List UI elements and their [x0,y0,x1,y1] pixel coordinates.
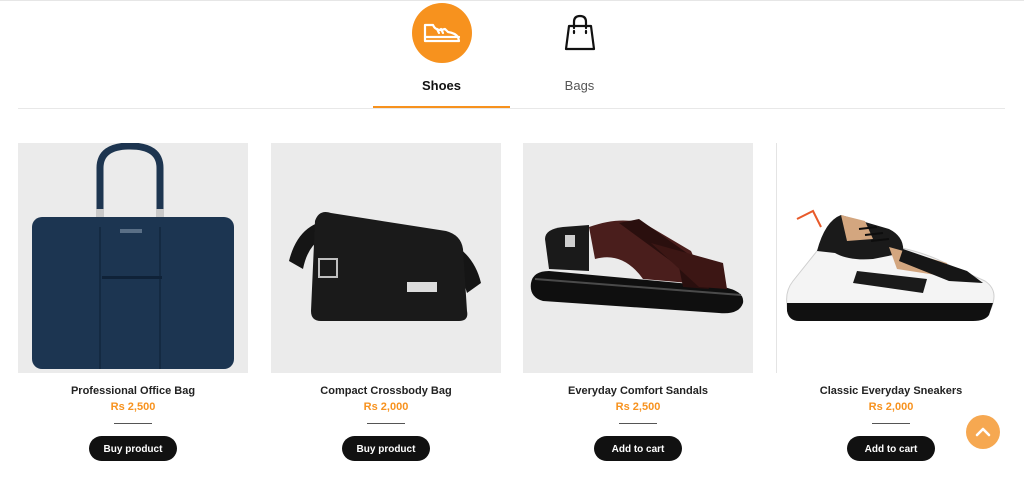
tabs-divider [18,108,1005,109]
product-name: Everyday Comfort Sandals [568,385,708,397]
sneaker-icon [411,3,472,63]
buy-product-button[interactable]: Buy product [342,436,430,461]
product-price: Rs 2,500 [615,401,661,413]
handbag-icon [550,3,610,63]
product-grid: Professional Office Bag Rs 2,500 Buy pro… [18,143,1007,473]
scroll-to-top-button[interactable] [966,415,1000,449]
add-to-cart-button[interactable]: Add to cart [594,436,682,461]
tab-bags[interactable]: Bags [511,0,648,108]
product-price: Rs 2,500 [110,401,156,413]
divider [114,423,152,424]
divider [367,423,405,424]
product-image[interactable] [271,143,501,373]
product-price: Rs 2,000 [868,401,914,413]
product-card: Everyday Comfort Sandals Rs 2,500 Add to… [523,143,753,473]
product-image[interactable] [523,143,753,373]
navy-briefcase-bag-image [32,143,234,369]
category-tabs: Shoes Bags [0,0,1024,110]
product-image[interactable] [776,143,1007,373]
white-chunky-sneaker-image [786,209,995,321]
add-to-cart-button[interactable]: Add to cart [847,436,935,461]
tab-shoes-label: Shoes [421,78,461,93]
product-card: Compact Crossbody Bag Rs 2,000 Buy produ… [271,143,501,473]
product-name: Professional Office Bag [70,385,196,397]
chevron-up-icon [975,427,991,437]
divider [872,423,910,424]
divider [619,423,657,424]
buy-product-button[interactable]: Buy product [89,436,177,461]
product-image[interactable] [18,143,248,373]
tab-shoes[interactable]: Shoes [373,0,510,108]
product-name: Classic Everyday Sneakers [819,385,963,397]
tab-bags-label: Bags [564,78,595,93]
product-card: Professional Office Bag Rs 2,500 Buy pro… [18,143,248,473]
product-price: Rs 2,000 [363,401,409,413]
product-name: Compact Crossbody Bag [320,385,452,397]
brown-strap-sandal-image [530,219,744,314]
black-crossbody-bag-image [289,212,481,321]
